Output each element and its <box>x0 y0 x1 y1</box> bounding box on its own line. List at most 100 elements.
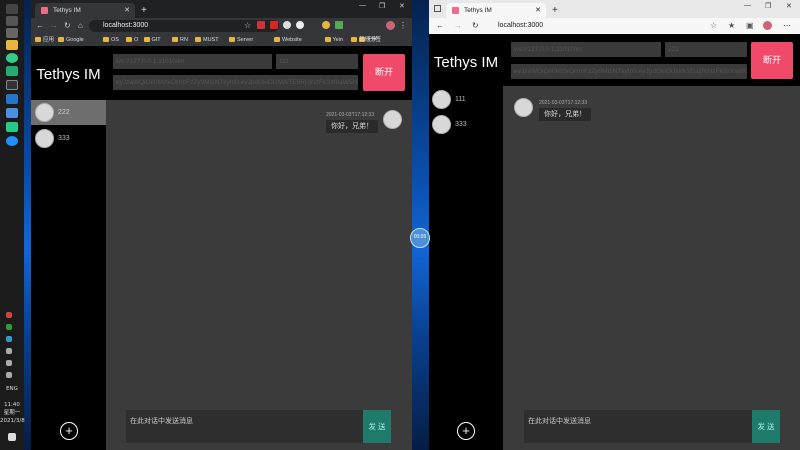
favicon-icon <box>452 7 459 14</box>
extension-icon[interactable] <box>296 21 304 29</box>
send-button[interactable]: 发 送 <box>752 410 780 443</box>
url-text: localhost:3000 <box>103 22 149 29</box>
terminal-icon[interactable] <box>6 80 18 90</box>
menu-icon[interactable]: ⋯ <box>783 21 791 31</box>
message-input[interactable]: 在此对话中发送消息 <box>126 410 363 443</box>
bookmark-item[interactable]: Yein <box>324 36 343 44</box>
contact-item[interactable]: 333 <box>31 126 106 151</box>
snap-divider-handle[interactable]: 00:05 <box>410 228 430 248</box>
edge-icon[interactable] <box>6 136 18 146</box>
disconnect-button[interactable]: 断开 <box>363 54 405 91</box>
bookmark-item[interactable]: Google <box>58 36 84 44</box>
new-tab-icon[interactable]: + <box>552 3 558 18</box>
task-view-icon[interactable] <box>6 28 18 38</box>
avatar <box>432 115 451 134</box>
maximize-icon[interactable]: ❐ <box>765 2 771 10</box>
taskbar: ENG 11:40 星期一 2021/3/8 <box>0 0 25 450</box>
bookmark-item[interactable]: 其他书签 <box>351 36 381 44</box>
contact-item[interactable]: 222 <box>31 100 106 125</box>
extension-icon[interactable] <box>322 21 330 29</box>
message-input[interactable]: 在此对话中发送消息 <box>524 410 752 443</box>
bookmark-item[interactable]: Website <box>274 36 302 44</box>
clock-time[interactable]: 11:40 <box>0 402 24 409</box>
volume-icon[interactable] <box>6 372 12 378</box>
sidebar: Tethys IM 222 333 + <box>31 46 106 450</box>
close-tab-icon[interactable]: ✕ <box>535 3 541 18</box>
close-window-icon[interactable]: ✕ <box>399 2 405 10</box>
user-id-input[interactable]: 111 <box>276 54 358 69</box>
forward-icon[interactable]: → <box>454 21 462 31</box>
tray-icon[interactable] <box>6 348 12 354</box>
start-icon[interactable] <box>6 4 18 14</box>
connection-bar: ws://127.0.0.1:11010/im 222 eyJzaWQiOiI0… <box>503 34 800 86</box>
toolbar: ← → ↻ localhost:3000 ☆ ★ ▣ ⋯ <box>429 18 800 34</box>
back-icon[interactable]: ← <box>436 21 444 31</box>
bookmark-item[interactable]: 应用 <box>35 36 54 44</box>
server-url-input[interactable]: ws://127.0.0.1:11010/im <box>511 42 661 57</box>
collections-icon[interactable]: ▣ <box>746 21 754 31</box>
app-icon[interactable] <box>6 108 18 118</box>
bookmark-item[interactable]: OS <box>103 36 119 44</box>
contact-item[interactable]: 111 <box>429 87 503 112</box>
profile-avatar[interactable] <box>386 21 395 30</box>
close-tab-icon[interactable]: ✕ <box>124 3 130 18</box>
connection-bar: ws://127.0.0.1:11010/im 111 eyJzaWQiOiI0… <box>106 46 412 100</box>
vscode-icon[interactable] <box>6 94 18 104</box>
notification-icon[interactable] <box>8 433 16 441</box>
add-favorite-icon[interactable]: ☆ <box>710 21 717 31</box>
minimize-icon[interactable]: — <box>359 2 366 9</box>
app-icon[interactable] <box>6 66 18 76</box>
tab-tethys[interactable]: Tethys IM ✕ <box>446 3 546 18</box>
profile-avatar[interactable] <box>763 21 772 30</box>
tray-icon[interactable] <box>6 324 12 330</box>
tray-icon[interactable] <box>6 312 12 318</box>
close-window-icon[interactable]: ✕ <box>786 2 792 10</box>
tray-icon[interactable] <box>6 336 12 342</box>
bookmarks-bar: 应用 Google OS O GIT RN MUST Server Website Yein 无学其… <box>31 34 412 46</box>
back-icon[interactable]: ← <box>36 21 44 31</box>
wechat-icon[interactable] <box>6 122 18 132</box>
adblock-icon[interactable] <box>270 21 278 29</box>
disconnect-button[interactable]: 断开 <box>751 42 793 79</box>
bookmark-item[interactable]: RN <box>172 36 188 44</box>
favorites-icon[interactable]: ★ <box>728 21 735 31</box>
menu-icon[interactable]: ⋮ <box>399 21 407 31</box>
chrome-icon[interactable] <box>6 53 18 63</box>
home-icon[interactable]: ⌂ <box>78 21 83 31</box>
tab-actions-icon[interactable] <box>434 5 441 12</box>
user-id-input[interactable]: 222 <box>665 42 747 57</box>
send-button[interactable]: 发 送 <box>363 410 391 443</box>
extension-icon[interactable] <box>283 21 291 29</box>
star-icon[interactable]: ☆ <box>244 21 251 31</box>
contact-item[interactable]: 333 <box>429 112 503 137</box>
extension-icon[interactable] <box>257 21 265 29</box>
reload-icon[interactable]: ↻ <box>472 21 479 31</box>
toolbar: ← → ↻ ⌂ localhost:3000 ☆ ⋮ <box>31 18 412 34</box>
bookmark-item[interactable]: GIT <box>143 36 161 44</box>
bookmark-item[interactable]: O <box>126 36 138 44</box>
tab-strip: Tethys IM ✕ + — ❐ ✕ <box>429 0 800 18</box>
contact-name: 333 <box>455 121 467 128</box>
bookmark-item[interactable]: Server <box>229 36 253 44</box>
minimize-icon[interactable]: — <box>744 2 751 9</box>
add-contact-button[interactable]: + <box>60 422 78 440</box>
tab-title: Tethys IM <box>464 7 492 14</box>
server-url-input[interactable]: ws://127.0.0.1:11010/im <box>113 54 272 69</box>
tab-tethys[interactable]: Tethys IM ✕ <box>35 3 135 18</box>
token-input[interactable]: eyJzaWQiOiI0MzlxOHmFzZy9Mi1NTkyIn0.eyJpd… <box>113 75 358 90</box>
network-icon[interactable] <box>6 360 12 366</box>
language-indicator[interactable]: ENG <box>0 386 24 393</box>
new-tab-icon[interactable]: + <box>141 3 147 18</box>
folder-icon[interactable] <box>6 40 18 50</box>
address-bar[interactable]: localhost:3000 <box>484 20 724 32</box>
reload-icon[interactable]: ↻ <box>64 21 71 31</box>
search-icon[interactable] <box>6 16 18 26</box>
bookmark-item[interactable]: MUST <box>195 36 219 44</box>
add-contact-button[interactable]: + <box>457 422 475 440</box>
tethys-app: Tethys IM 222 333 + ws://127.0.0.1:11010… <box>31 46 412 450</box>
forward-icon[interactable]: → <box>50 21 58 31</box>
token-input[interactable]: eyJzaWQiOiI0MzlxOHmFzZy9Mi1NTkyIn0.eyJpd… <box>511 64 747 79</box>
contact-name: 111 <box>455 96 466 103</box>
extension-icon[interactable] <box>335 21 343 29</box>
maximize-icon[interactable]: ❐ <box>379 2 385 10</box>
